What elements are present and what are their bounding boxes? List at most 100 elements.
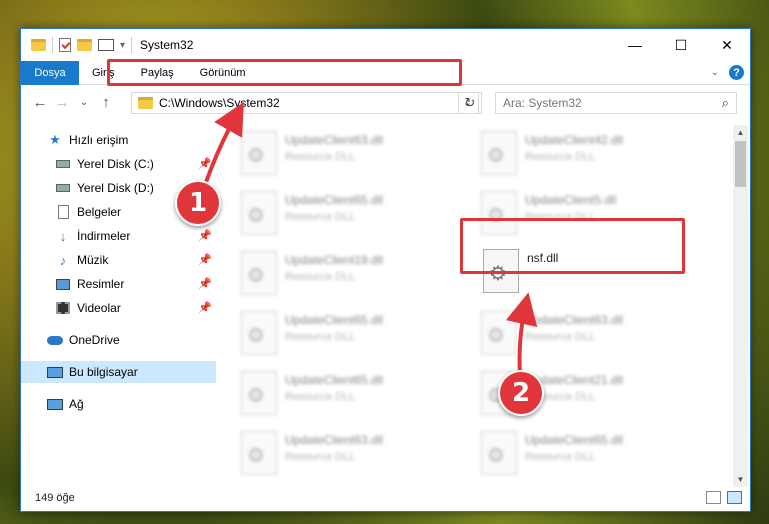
scroll-thumb[interactable] (735, 141, 746, 187)
sidebar-item-videos[interactable]: Videolar 📌 (21, 297, 216, 319)
file-name: UpdateClient42.dll (525, 133, 624, 147)
dll-file-icon (241, 431, 277, 475)
videos-icon (56, 302, 70, 314)
back-button[interactable]: ← (29, 94, 51, 111)
pin-icon[interactable]: 📌 (198, 277, 212, 290)
new-folder-icon[interactable] (77, 39, 92, 51)
file-type: Resource DLL (525, 331, 596, 343)
music-icon: ♪ (59, 252, 67, 268)
dll-file-icon (241, 191, 277, 235)
divider (131, 37, 133, 53)
pin-icon[interactable]: 📌 (198, 301, 212, 314)
sidebar-item-this-pc[interactable]: Bu bilgisayar (21, 361, 216, 383)
properties-check-icon[interactable] (59, 38, 71, 52)
address-bar[interactable]: C:\Windows\System32 ⌄ (131, 92, 479, 114)
pin-icon[interactable]: 📌 (198, 253, 212, 266)
search-placeholder: Ara: System32 (503, 96, 582, 110)
divider (52, 37, 53, 53)
file-name: UpdateClient65.dll (285, 193, 384, 207)
file-item[interactable]: UpdateClient63.dll Resource DLL (241, 431, 466, 487)
window-title: System32 (140, 38, 194, 52)
sidebar-item-label: Bu bilgisayar (69, 365, 138, 379)
file-item[interactable]: UpdateClient63.dll Resource DLL (241, 131, 466, 187)
file-name: UpdateClient63.dll (285, 433, 384, 447)
vertical-scrollbar[interactable]: ▲ ▼ (733, 125, 748, 487)
folder-icon (31, 39, 46, 51)
sidebar-item-pictures[interactable]: Resimler 📌 (21, 273, 216, 295)
navigation-bar: ← → ⌄ ↑ C:\Windows\System32 ⌄ ↻ Ara: Sys… (21, 85, 750, 119)
sidebar-item-downloads[interactable]: ↓ İndirmeler 📌 (21, 225, 216, 247)
file-item[interactable]: UpdateClient65.dll Resource DLL (241, 311, 466, 367)
scroll-up-arrow-icon[interactable]: ▲ (733, 125, 748, 140)
sidebar-item-label: Yerel Disk (C:) (77, 157, 154, 171)
ribbon-right-controls: ⌄ ? (711, 65, 744, 80)
search-box[interactable]: Ara: System32 ⌕ (495, 92, 737, 114)
pin-icon[interactable]: 📌 (198, 157, 212, 170)
sidebar-item-label: Ağ (69, 397, 84, 411)
help-icon[interactable]: ? (729, 65, 744, 80)
computer-icon (47, 366, 63, 378)
drive-icon (56, 184, 70, 192)
search-icon[interactable]: ⌕ (722, 95, 729, 111)
file-type: Resource DLL (285, 331, 356, 343)
dll-file-icon (481, 131, 517, 175)
drive-icon (56, 160, 70, 168)
status-bar: 149 öğe (21, 485, 750, 511)
maximize-button[interactable]: ☐ (658, 29, 704, 61)
file-item[interactable]: UpdateClient63.dll Resource DLL (481, 311, 706, 367)
sidebar-item-local-disk-c[interactable]: Yerel Disk (C:) 📌 (21, 153, 216, 175)
sidebar-item-network[interactable]: Ağ (21, 393, 216, 415)
file-type: Resource DLL (285, 151, 356, 163)
file-name: UpdateClient65.dll (285, 313, 384, 327)
view-switcher (706, 491, 742, 504)
folder-icon (138, 97, 153, 109)
callout-step-1: 1 (175, 180, 221, 226)
navigation-pane: ★ Hızlı erişim Yerel Disk (C:) 📌 Yerel D… (21, 125, 216, 487)
title-bar: ▾ System32 — ☐ ✕ (21, 29, 750, 61)
file-name: UpdateClient63.dll (525, 313, 624, 327)
recent-locations-chevron-icon[interactable]: ⌄ (73, 97, 95, 108)
address-path[interactable]: C:\Windows\System32 (159, 96, 280, 110)
pictures-icon (56, 278, 70, 290)
file-item[interactable]: UpdateClient42.dll Resource DLL (481, 131, 706, 187)
sidebar-item-label: Videolar (77, 301, 121, 315)
sidebar-item-music[interactable]: ♪ Müzik 📌 (21, 249, 216, 271)
file-name: UpdateClient19.dll (285, 253, 384, 267)
sidebar-item-label: Yerel Disk (D:) (77, 181, 154, 195)
tab-file[interactable]: Dosya (21, 60, 79, 85)
file-list: UpdateClient63.dll Resource DLL UpdateCli… (221, 125, 733, 487)
sidebar-item-label: İndirmeler (77, 229, 131, 243)
file-item[interactable]: UpdateClient65.dll Resource DLL (241, 371, 466, 427)
file-type: Resource DLL (285, 211, 356, 223)
file-item[interactable]: UpdateClient65.dll Resource DLL (241, 191, 466, 247)
file-type: Resource DLL (285, 451, 356, 463)
pin-icon[interactable]: 📌 (198, 229, 212, 242)
document-icon (57, 205, 69, 219)
sidebar-item-label: Belgeler (77, 205, 122, 219)
file-item[interactable]: UpdateClient19.dll Resource DLL (241, 251, 466, 307)
large-icons-view-icon[interactable] (727, 491, 742, 504)
customize-toolbar-chevron-icon[interactable]: ▾ (120, 40, 125, 51)
details-view-icon[interactable] (706, 491, 721, 504)
file-item[interactable]: UpdateClient65.dll Resource DLL (481, 431, 706, 487)
sidebar-item-label: Resimler (77, 277, 125, 291)
file-type: Resource DLL (525, 451, 596, 463)
dll-file-icon (481, 431, 517, 475)
network-icon (47, 398, 63, 410)
forward-button[interactable]: → (51, 94, 73, 111)
sidebar-item-label: Hızlı erişim (69, 133, 129, 147)
dll-file-icon (481, 311, 517, 355)
expand-ribbon-chevron-icon[interactable]: ⌄ (711, 67, 719, 78)
close-button[interactable]: ✕ (704, 29, 750, 61)
sidebar-item-onedrive[interactable]: OneDrive (21, 329, 216, 351)
minimize-button[interactable]: — (612, 29, 658, 61)
download-icon: ↓ (59, 228, 67, 244)
file-type: Resource DLL (285, 271, 356, 283)
view-options-icon[interactable] (98, 39, 114, 51)
address-highlight-box (107, 59, 462, 86)
sidebar-item-label: OneDrive (69, 333, 120, 347)
up-button[interactable]: ↑ (95, 94, 117, 111)
refresh-button[interactable]: ↻ (458, 92, 482, 114)
file-name: UpdateClient5.dll (525, 193, 617, 207)
sidebar-item-quick-access[interactable]: ★ Hızlı erişim (21, 129, 216, 151)
